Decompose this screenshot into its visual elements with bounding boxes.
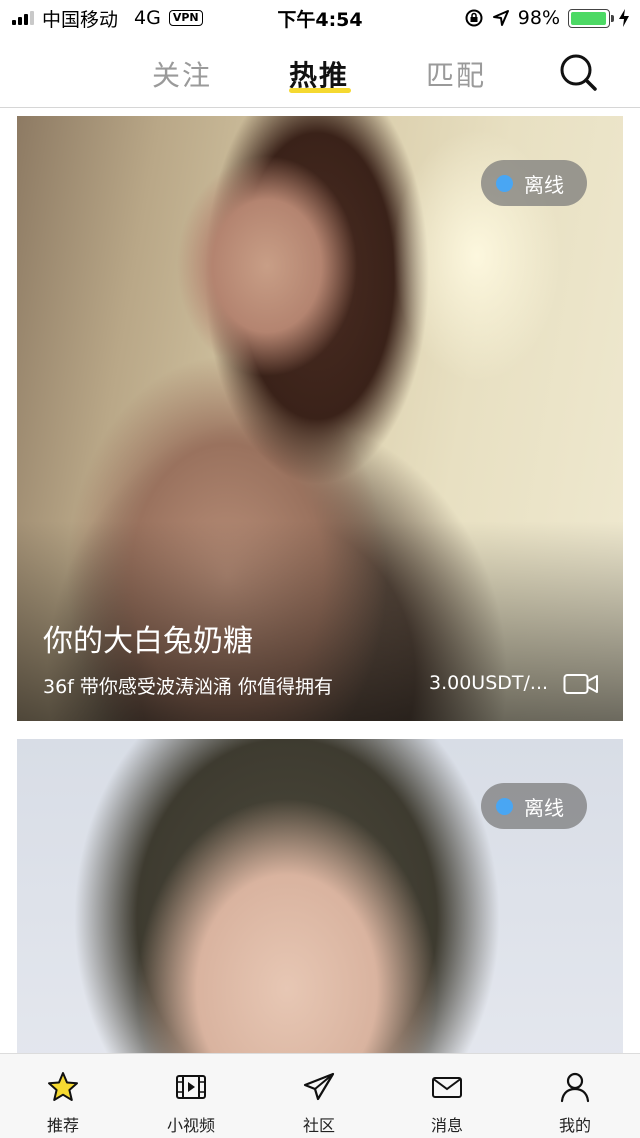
bottom-tab-label: 消息 <box>430 1116 463 1135</box>
status-label: 离线 <box>524 795 564 820</box>
profile-card[interactable]: 离线 你的大白兔奶糖 36f 带你感受波涛汹涌 你值得拥有 3.00USDT/.… <box>17 116 623 721</box>
bottom-tab-messages[interactable]: 消息 <box>397 1054 497 1138</box>
search-icon[interactable] <box>558 52 598 92</box>
bottom-tab-recommend[interactable]: 推荐 <box>13 1054 113 1138</box>
active-tab-indicator <box>289 88 351 93</box>
status-bar-left: 中国移动 4G VPN <box>12 0 203 36</box>
bottom-tab-videos[interactable]: 小视频 <box>141 1054 241 1138</box>
charging-bolt-icon <box>619 9 629 27</box>
bottom-tab-label: 小视频 <box>166 1116 215 1135</box>
envelope-icon <box>432 1077 462 1098</box>
location-icon <box>492 10 509 26</box>
offline-dot-icon <box>496 174 513 192</box>
bottom-tab-profile[interactable]: 我的 <box>525 1054 625 1138</box>
orientation-lock-icon <box>465 9 483 27</box>
status-badge: 离线 <box>481 160 587 206</box>
bottom-tab-label: 社区 <box>302 1116 335 1135</box>
profile-card[interactable]: 离线 <box>17 739 623 1069</box>
bottom-tab-community[interactable]: 社区 <box>269 1054 369 1138</box>
status-badge: 离线 <box>481 783 587 829</box>
person-icon <box>560 1072 590 1103</box>
battery-percent: 98% <box>517 7 560 29</box>
bottom-tab-bar: 推荐 小视频 社区 消息 我的 <box>0 1053 640 1138</box>
vpn-badge: VPN <box>168 10 203 26</box>
star-icon <box>48 1072 78 1101</box>
card-description: 36f 带你感受波涛汹涌 你值得拥有 <box>43 676 333 698</box>
status-label: 离线 <box>524 172 564 197</box>
top-tab-bar: 关注 热推 匹配 <box>0 36 640 108</box>
video-camera-icon <box>563 674 598 694</box>
film-icon <box>176 1075 206 1099</box>
tab-follow[interactable]: 关注 <box>152 54 212 94</box>
carrier-label: 中国移动 <box>42 8 119 31</box>
card-price: 3.00USDT/... <box>429 672 549 694</box>
status-bar: 中国移动 4G VPN 下午4:54 98% <box>0 0 640 36</box>
network-label: 4G <box>134 7 161 29</box>
signal-strength-icon <box>12 11 34 25</box>
battery-icon <box>568 8 614 28</box>
offline-dot-icon <box>496 797 513 815</box>
card-name: 你的大白兔奶糖 <box>43 624 253 659</box>
status-bar-right: 98% <box>464 0 630 36</box>
battery-fill <box>571 11 607 25</box>
bottom-tab-label: 我的 <box>558 1116 591 1135</box>
bottom-tab-label: 推荐 <box>46 1116 79 1135</box>
tab-match[interactable]: 匹配 <box>426 54 486 94</box>
paper-plane-icon <box>303 1072 335 1101</box>
